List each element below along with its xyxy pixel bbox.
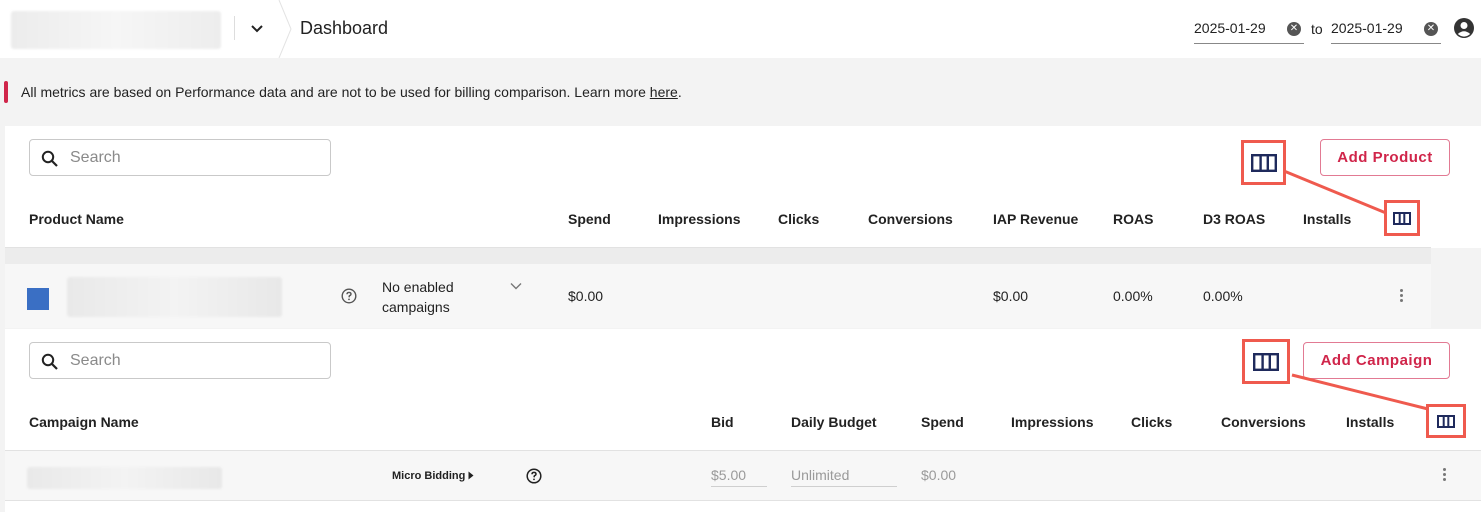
campaign-status: No enabled campaigns: [382, 279, 454, 315]
page-title: Dashboard: [300, 18, 389, 38]
col-daily-budget[interactable]: Daily Budget: [791, 414, 877, 430]
col-clicks[interactable]: Clicks: [1131, 414, 1172, 430]
campaign-name-redacted[interactable]: [27, 467, 222, 489]
column-settings-button[interactable]: [1241, 140, 1286, 185]
col-roas[interactable]: ROAS: [1113, 211, 1153, 227]
product-iap-revenue: $0.00: [993, 288, 1029, 304]
col-product-name[interactable]: Product Name: [29, 211, 124, 227]
help-icon[interactable]: [526, 468, 542, 484]
col-installs[interactable]: Installs: [1303, 211, 1351, 227]
col-conversions[interactable]: Conversions: [1221, 414, 1306, 430]
product-row[interactable]: No enabled campaigns $0.00 $0.00 0.00% 0…: [5, 264, 1431, 328]
col-bid[interactable]: Bid: [711, 414, 734, 430]
clear-icon[interactable]: ✕: [1424, 22, 1438, 36]
bid-field[interactable]: $5.00: [711, 463, 767, 487]
add-campaign-button[interactable]: Add Campaign: [1303, 342, 1450, 379]
column-settings-button[interactable]: [1384, 200, 1420, 236]
campaign-search-input[interactable]: [70, 351, 320, 371]
product-table-header: Product Name Spend Impressions Clicks Co…: [5, 189, 1431, 248]
campaign-panel: Add Campaign Campaign Name Bid Daily Bud…: [5, 329, 1481, 512]
app-dropdown-button[interactable]: [244, 16, 270, 42]
help-icon[interactable]: [341, 288, 357, 304]
date-to-field[interactable]: 2025-01-29 ✕: [1331, 16, 1441, 44]
product-spend: $0.00: [568, 288, 604, 304]
date-from-value: 2025-01-29: [1194, 20, 1266, 36]
campaign-spend: $0.00: [921, 467, 957, 483]
notice-accent-bar: [4, 81, 8, 103]
search-icon: [41, 150, 58, 167]
col-installs[interactable]: Installs: [1346, 414, 1394, 430]
section-gap: [5, 248, 1431, 264]
col-clicks[interactable]: Clicks: [778, 211, 819, 227]
column-settings-button[interactable]: [1242, 339, 1290, 384]
chevron-down-icon: [251, 25, 263, 33]
app-selector-redacted[interactable]: [11, 11, 221, 49]
divider: [234, 16, 235, 40]
campaign-search[interactable]: [29, 342, 331, 379]
col-conversions[interactable]: Conversions: [868, 211, 953, 227]
product-roas: 0.00%: [1113, 288, 1153, 304]
bidding-type-label: Micro Bidding: [392, 470, 466, 482]
kebab-icon[interactable]: [1439, 466, 1449, 484]
date-from-field[interactable]: 2025-01-29 ✕: [1194, 16, 1304, 44]
col-impressions[interactable]: Impressions: [1011, 414, 1093, 430]
kebab-icon[interactable]: [1396, 287, 1406, 305]
daily-budget-field[interactable]: Unlimited: [791, 463, 897, 487]
product-color-swatch: [27, 288, 49, 310]
date-to-value: 2025-01-29: [1331, 20, 1403, 36]
search-icon: [41, 353, 58, 370]
notice-message: All metrics are based on Performance dat…: [21, 84, 650, 100]
caret-right-icon: [468, 471, 474, 480]
to-label: to: [1311, 21, 1323, 37]
top-bar: Dashboard 2025-01-29 ✕ to 2025-01-29 ✕: [0, 0, 1481, 58]
col-impressions[interactable]: Impressions: [658, 211, 740, 227]
product-d3-roas: 0.00%: [1203, 288, 1243, 304]
column-settings-button[interactable]: [1426, 404, 1466, 438]
col-spend[interactable]: Spend: [568, 211, 611, 227]
learn-more-link[interactable]: here: [650, 84, 678, 100]
add-product-button[interactable]: Add Product: [1320, 139, 1450, 176]
columns-icon: [1437, 414, 1455, 428]
product-search-input[interactable]: [70, 148, 320, 168]
campaign-row[interactable]: Micro Bidding $5.00 Unlimited $0.00: [5, 451, 1481, 501]
col-spend[interactable]: Spend: [921, 414, 964, 430]
columns-icon: [1253, 352, 1279, 371]
product-panel: Add Product Product Name Spend Impressio…: [5, 126, 1481, 248]
billing-notice: All metrics are based on Performance dat…: [4, 81, 764, 103]
notice-text: All metrics are based on Performance dat…: [21, 84, 682, 100]
account-icon[interactable]: [1454, 18, 1474, 38]
bidding-type[interactable]: Micro Bidding: [392, 470, 474, 482]
campaign-table-header: Campaign Name Bid Daily Budget Spend Imp…: [5, 393, 1481, 451]
col-campaign-name[interactable]: Campaign Name: [29, 414, 139, 430]
notice-suffix: .: [677, 84, 682, 100]
clear-icon[interactable]: ✕: [1287, 22, 1301, 36]
product-name-redacted[interactable]: [67, 277, 282, 317]
columns-icon: [1250, 153, 1277, 172]
product-search[interactable]: [29, 139, 331, 176]
col-iap-revenue[interactable]: IAP Revenue: [993, 211, 1078, 227]
chevron-down-icon[interactable]: [510, 282, 522, 290]
col-d3-roas[interactable]: D3 ROAS: [1203, 211, 1265, 227]
breadcrumb-separator: [278, 0, 292, 58]
columns-icon: [1393, 211, 1411, 225]
